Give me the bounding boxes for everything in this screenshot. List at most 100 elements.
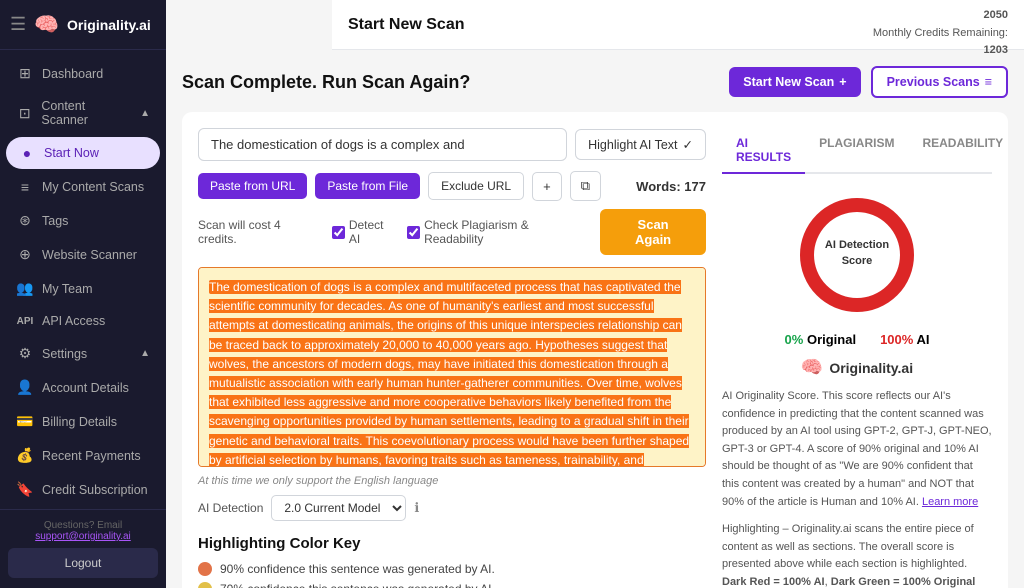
plus-icon: + xyxy=(839,75,846,89)
sidebar-item-label: Recent Payments xyxy=(42,449,141,463)
info-icon: ℹ xyxy=(414,500,419,516)
detect-ai-checkbox[interactable] xyxy=(332,226,345,239)
color-dot-red xyxy=(198,562,212,576)
highlighted-text-area: The domestication of dogs is a complex a… xyxy=(198,267,706,467)
paste-from-url-button[interactable]: Paste from URL xyxy=(198,173,307,199)
paste-from-file-button[interactable]: Paste from File xyxy=(315,173,420,199)
topbar: Start New Scan Credit Balance: 2050 Mont… xyxy=(332,0,1024,50)
color-dot-yellow xyxy=(198,582,212,588)
sidebar-item-my-team[interactable]: 👥 My Team xyxy=(4,272,162,305)
originality-brain-icon: 🧠 xyxy=(801,357,823,378)
score-original: 0% Original xyxy=(785,332,857,347)
credit-subscription-icon: 🔖 xyxy=(16,481,34,498)
sidebar-item-label: Website Scanner xyxy=(42,248,137,262)
ai-detection-row: AI Detection 2.0 Current Model ℹ xyxy=(198,495,706,521)
sidebar-footer: Questions? Email support@originality.ai … xyxy=(0,509,166,588)
sidebar-item-label: Credit Subscription xyxy=(42,483,148,497)
tab-readability[interactable]: READABILITY xyxy=(908,128,1017,174)
donut-chart-container: AI Detection Score xyxy=(722,190,992,320)
copy-icon-button[interactable]: ⧉ xyxy=(570,171,601,201)
sidebar-item-api-access[interactable]: API API Access xyxy=(4,306,162,336)
action-row: Paste from URL Paste from File Exclude U… xyxy=(198,171,706,201)
scan-right: AI RESULTS PLAGIARISM READABILITY xyxy=(722,128,992,588)
sidebar-item-recent-payments[interactable]: 💰 Recent Payments xyxy=(4,439,162,472)
tab-ai-results[interactable]: AI RESULTS xyxy=(722,128,805,174)
topbar-title: Start New Scan xyxy=(348,16,861,34)
sidebar-item-label: Dashboard xyxy=(42,67,103,81)
sidebar-item-label: My Team xyxy=(42,282,92,296)
previous-scans-button[interactable]: Previous Scans ≡ xyxy=(871,66,1008,98)
chevron-up-icon: ▲ xyxy=(140,108,150,119)
score-ai: 100% AI xyxy=(880,332,929,347)
sidebar-item-label: Start Now xyxy=(44,146,99,160)
sidebar-item-my-content-scans[interactable]: ≡ My Content Scans xyxy=(4,171,162,203)
sidebar-item-dashboard[interactable]: ⊞ Dashboard xyxy=(4,57,162,90)
plagiarism-checkbox-label[interactable]: Check Plagiarism & Readability xyxy=(407,218,590,246)
checkmark-icon: ✓ xyxy=(683,137,693,152)
chevron-up-icon: ▲ xyxy=(140,348,150,359)
scan-left: Highlight AI Text ✓ Paste from URL Paste… xyxy=(198,128,706,588)
cost-row: Scan will cost 4 credits. Detect AI Chec… xyxy=(198,209,706,255)
input-row: Highlight AI Text ✓ xyxy=(198,128,706,161)
support-email-link[interactable]: support@originality.ai xyxy=(35,531,131,542)
sidebar-item-label: API Access xyxy=(42,314,105,328)
color-key-item-0: 90% confidence this sentence was generat… xyxy=(198,562,706,576)
scan-header: Scan Complete. Run Scan Again? Start New… xyxy=(182,66,1008,98)
sidebar-item-label: Billing Details xyxy=(42,415,117,429)
plagiarism-checkbox[interactable] xyxy=(407,226,420,239)
sidebar-item-label: Account Details xyxy=(42,381,129,395)
cost-text: Scan will cost 4 credits. xyxy=(198,218,322,246)
scan-again-button[interactable]: Scan Again xyxy=(600,209,706,255)
website-scanner-icon: ⊕ xyxy=(16,246,34,263)
sidebar: ☰ 🧠 Originality.ai ⊞ Dashboard ⊡ Content… xyxy=(0,0,166,588)
highlight-description: Highlighting – Originality.ai scans the … xyxy=(722,521,992,588)
api-access-icon: API xyxy=(16,316,34,327)
color-key-item-1: 70% confidence this sentence was generat… xyxy=(198,582,706,588)
account-details-icon: 👤 xyxy=(16,379,34,396)
score-row: 0% Original 100% AI xyxy=(722,332,992,347)
svg-text:AI Detection: AI Detection xyxy=(825,239,889,251)
sidebar-item-billing-details[interactable]: 💳 Billing Details xyxy=(4,405,162,438)
sidebar-nav: ⊞ Dashboard ⊡ Content Scanner ▲ ● Start … xyxy=(0,50,166,509)
originality-brand-text: Originality.ai xyxy=(829,360,913,376)
tab-plagiarism[interactable]: PLAGIARISM xyxy=(805,128,908,174)
my-team-icon: 👥 xyxy=(16,280,34,297)
credit-balance-label: Credit Balance: 2050 xyxy=(873,0,1008,25)
donut-chart: AI Detection Score xyxy=(792,190,922,320)
scan-text-input[interactable] xyxy=(198,128,567,161)
detect-ai-checkbox-label[interactable]: Detect AI xyxy=(332,218,397,246)
sidebar-item-settings[interactable]: ⚙ Settings ▲ xyxy=(4,337,162,370)
highlighted-content: The domestication of dogs is a complex a… xyxy=(209,280,689,467)
originality-brand: 🧠 Originality.ai xyxy=(722,357,992,378)
sidebar-brand: Originality.ai xyxy=(67,17,151,33)
svg-text:Score: Score xyxy=(842,255,873,267)
support-text: Questions? Email support@originality.ai xyxy=(8,520,158,542)
sidebar-item-tags[interactable]: ⊛ Tags xyxy=(4,204,162,237)
logout-button[interactable]: Logout xyxy=(8,548,158,578)
sidebar-item-label: Tags xyxy=(42,214,68,228)
sidebar-header: ☰ 🧠 Originality.ai xyxy=(0,0,166,50)
monthly-credits-label: Monthly Credits Remaining: 1203 xyxy=(873,25,1008,60)
my-content-scans-icon: ≡ xyxy=(16,179,34,195)
scan-card: Highlight AI Text ✓ Paste from URL Paste… xyxy=(182,112,1008,588)
exclude-url-button[interactable]: Exclude URL xyxy=(428,172,524,200)
sidebar-item-website-scanner[interactable]: ⊕ Website Scanner xyxy=(4,238,162,271)
ai-detection-label: AI Detection xyxy=(198,501,263,515)
start-now-icon: ● xyxy=(18,145,36,161)
start-new-scan-button[interactable]: Start New Scan + xyxy=(729,67,860,97)
ai-model-select[interactable]: 2.0 Current Model xyxy=(271,495,406,521)
words-count: Words: 177 xyxy=(636,179,706,194)
hamburger-icon[interactable]: ☰ xyxy=(10,14,26,35)
lang-note: At this time we only support the English… xyxy=(198,475,706,487)
billing-details-icon: 💳 xyxy=(16,413,34,430)
highlight-ai-text-button[interactable]: Highlight AI Text ✓ xyxy=(575,129,706,160)
sidebar-item-credit-subscription[interactable]: 🔖 Credit Subscription xyxy=(4,473,162,506)
add-icon-button[interactable]: + xyxy=(532,172,562,201)
sidebar-logo-icon: 🧠 xyxy=(34,12,59,37)
sidebar-item-start-now[interactable]: ● Start Now xyxy=(6,137,160,169)
sidebar-item-account-details[interactable]: 👤 Account Details xyxy=(4,371,162,404)
sidebar-item-label: Settings xyxy=(42,347,87,361)
learn-more-link[interactable]: Learn more xyxy=(922,496,978,508)
settings-icon: ⚙ xyxy=(16,345,34,362)
sidebar-item-content-scanner[interactable]: ⊡ Content Scanner ▲ xyxy=(4,91,162,135)
